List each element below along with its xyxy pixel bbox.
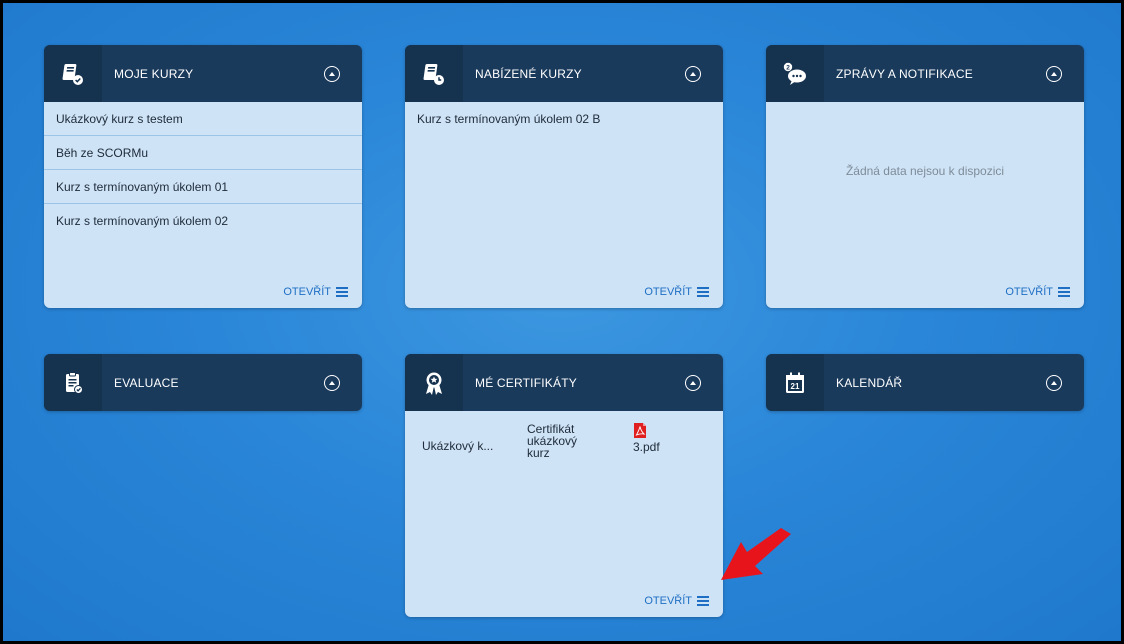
open-label: OTEVŘÍT (644, 595, 692, 607)
card-title: EVALUACE (114, 375, 179, 390)
card-body: Kurz s termínovaným úkolem 02 B OTEVŘÍT (405, 102, 723, 308)
collapse-button[interactable] (1046, 374, 1062, 391)
open-link[interactable]: OTEVŘÍT (644, 595, 709, 607)
certificate-name: Certifikát ukázkový kurz (527, 422, 578, 460)
collapse-button[interactable] (1046, 65, 1062, 82)
chevron-up-icon (690, 71, 696, 76)
list-item[interactable]: Běh ze SCORMu (44, 136, 362, 170)
card-zpravy: 2 ZPRÁVY A NOTIFIKACE Žádná data nejsou … (766, 45, 1084, 308)
card-body: Ukázkový k... Certifikát ukázkový kurz 3… (405, 411, 723, 617)
list-item[interactable]: Ukázkový kurz s testem (44, 102, 362, 136)
collapse-button[interactable] (685, 374, 701, 391)
menu-icon (1058, 287, 1070, 297)
chevron-up-icon (1051, 380, 1057, 385)
dashboard: MOJE KURZY Ukázkový kurz s testem Běh ze… (3, 3, 1121, 641)
pdf-icon (634, 423, 646, 438)
badge-count: 2 (786, 64, 790, 71)
calendar-day: 21 (791, 382, 800, 391)
collapse-button[interactable] (324, 65, 340, 82)
chevron-up-icon (329, 71, 335, 76)
certificate-file-name: 3.pdf (633, 440, 660, 454)
card-header: EVALUACE (44, 354, 362, 411)
collapse-button[interactable] (685, 65, 701, 82)
card-title: MOJE KURZY (114, 66, 194, 81)
open-label: OTEVŘÍT (644, 286, 692, 298)
open-link[interactable]: OTEVŘÍT (283, 286, 348, 298)
card-header: MOJE KURZY (44, 45, 362, 102)
card-header: NABÍZENÉ KURZY (405, 45, 723, 102)
menu-icon (336, 287, 348, 297)
certificate-file-link[interactable]: 3.pdf (633, 423, 660, 454)
card-header: MÉ CERTIFIKÁTY (405, 354, 723, 411)
certificate-row[interactable]: Ukázkový k... Certifikát ukázkový kurz 3… (417, 423, 711, 483)
collapse-button[interactable] (324, 374, 340, 391)
annotation-arrow-icon (721, 528, 791, 580)
card-moje-kurzy: MOJE KURZY Ukázkový kurz s testem Běh ze… (44, 45, 362, 308)
card-certifikaty: MÉ CERTIFIKÁTY Ukázkový k... Certifikát … (405, 354, 723, 617)
certificate-course: Ukázkový k... (422, 439, 494, 453)
empty-message: Žádná data nejsou k dispozici (845, 164, 1005, 178)
open-label: OTEVŘÍT (283, 286, 331, 298)
book-clock-icon (405, 45, 463, 102)
card-title: ZPRÁVY A NOTIFIKACE (836, 66, 973, 81)
card-header: 21 KALENDÁŘ (766, 354, 1084, 411)
card-title: KALENDÁŘ (836, 375, 903, 390)
menu-icon (697, 596, 709, 606)
card-nabizene-kurzy: NABÍZENÉ KURZY Kurz s termínovaným úkole… (405, 45, 723, 308)
chat-bubbles-icon: 2 (766, 45, 824, 102)
book-check-icon (44, 45, 102, 102)
award-ribbon-icon (405, 354, 463, 411)
open-label: OTEVŘÍT (1005, 286, 1053, 298)
card-evaluace: EVALUACE (44, 354, 362, 411)
clipboard-check-icon (44, 354, 102, 411)
menu-icon (697, 287, 709, 297)
chevron-up-icon (690, 380, 696, 385)
list-item[interactable]: Kurz s termínovaným úkolem 02 (44, 204, 362, 238)
list-item[interactable]: Kurz s termínovaným úkolem 01 (44, 170, 362, 204)
calendar-icon: 21 (766, 354, 824, 411)
card-body: Žádná data nejsou k dispozici OTEVŘÍT (766, 102, 1084, 308)
chevron-up-icon (329, 380, 335, 385)
card-title: MÉ CERTIFIKÁTY (475, 375, 577, 390)
chevron-up-icon (1051, 71, 1057, 76)
card-kalendar: 21 KALENDÁŘ (766, 354, 1084, 411)
list-item[interactable]: Kurz s termínovaným úkolem 02 B (405, 102, 723, 136)
open-link[interactable]: OTEVŘÍT (1005, 286, 1070, 298)
card-body: Ukázkový kurz s testem Běh ze SCORMu Kur… (44, 102, 362, 308)
card-header: 2 ZPRÁVY A NOTIFIKACE (766, 45, 1084, 102)
open-link[interactable]: OTEVŘÍT (644, 286, 709, 298)
card-title: NABÍZENÉ KURZY (475, 66, 582, 81)
